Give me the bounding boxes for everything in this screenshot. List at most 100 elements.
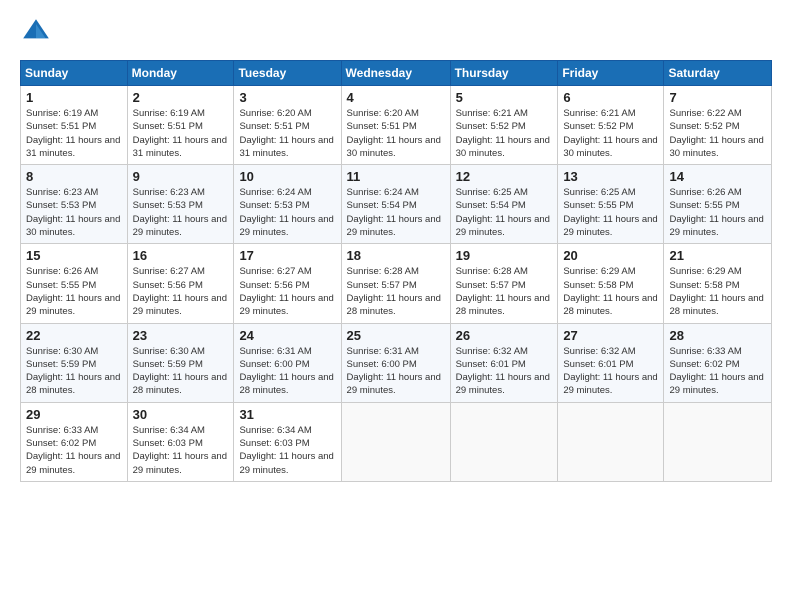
day-number: 14 (669, 169, 766, 184)
day-info: Sunrise: 6:33 AMSunset: 6:02 PMDaylight:… (669, 345, 766, 398)
calendar-cell: 17 Sunrise: 6:27 AMSunset: 5:56 PMDaylig… (234, 244, 341, 323)
week-row-2: 15 Sunrise: 6:26 AMSunset: 5:55 PMDaylig… (21, 244, 772, 323)
day-number: 18 (347, 248, 445, 263)
day-number: 11 (347, 169, 445, 184)
calendar-cell: 4 Sunrise: 6:20 AMSunset: 5:51 PMDayligh… (341, 86, 450, 165)
calendar-body: 1 Sunrise: 6:19 AMSunset: 5:51 PMDayligh… (21, 86, 772, 482)
day-info: Sunrise: 6:31 AMSunset: 6:00 PMDaylight:… (347, 345, 445, 398)
calendar-cell: 18 Sunrise: 6:28 AMSunset: 5:57 PMDaylig… (341, 244, 450, 323)
day-number: 13 (563, 169, 658, 184)
calendar-cell: 22 Sunrise: 6:30 AMSunset: 5:59 PMDaylig… (21, 323, 128, 402)
page: SundayMondayTuesdayWednesdayThursdayFrid… (0, 0, 792, 492)
day-number: 30 (133, 407, 229, 422)
day-number: 2 (133, 90, 229, 105)
day-number: 16 (133, 248, 229, 263)
day-info: Sunrise: 6:19 AMSunset: 5:51 PMDaylight:… (26, 107, 122, 160)
day-number: 6 (563, 90, 658, 105)
day-number: 19 (456, 248, 553, 263)
calendar-cell: 31 Sunrise: 6:34 AMSunset: 6:03 PMDaylig… (234, 402, 341, 481)
day-number: 23 (133, 328, 229, 343)
calendar-cell: 8 Sunrise: 6:23 AMSunset: 5:53 PMDayligh… (21, 165, 128, 244)
calendar-cell: 25 Sunrise: 6:31 AMSunset: 6:00 PMDaylig… (341, 323, 450, 402)
day-number: 5 (456, 90, 553, 105)
day-number: 20 (563, 248, 658, 263)
day-info: Sunrise: 6:26 AMSunset: 5:55 PMDaylight:… (669, 186, 766, 239)
day-info: Sunrise: 6:28 AMSunset: 5:57 PMDaylight:… (347, 265, 445, 318)
day-number: 1 (26, 90, 122, 105)
day-info: Sunrise: 6:27 AMSunset: 5:56 PMDaylight:… (133, 265, 229, 318)
day-number: 21 (669, 248, 766, 263)
week-row-4: 29 Sunrise: 6:33 AMSunset: 6:02 PMDaylig… (21, 402, 772, 481)
calendar-cell: 24 Sunrise: 6:31 AMSunset: 6:00 PMDaylig… (234, 323, 341, 402)
calendar-cell: 15 Sunrise: 6:26 AMSunset: 5:55 PMDaylig… (21, 244, 128, 323)
calendar-cell (450, 402, 558, 481)
header-day-wednesday: Wednesday (341, 61, 450, 86)
calendar-cell: 27 Sunrise: 6:32 AMSunset: 6:01 PMDaylig… (558, 323, 664, 402)
day-info: Sunrise: 6:19 AMSunset: 5:51 PMDaylight:… (133, 107, 229, 160)
header-day-saturday: Saturday (664, 61, 772, 86)
day-number: 24 (239, 328, 335, 343)
calendar-cell (664, 402, 772, 481)
header-day-thursday: Thursday (450, 61, 558, 86)
calendar-cell: 19 Sunrise: 6:28 AMSunset: 5:57 PMDaylig… (450, 244, 558, 323)
calendar-cell: 26 Sunrise: 6:32 AMSunset: 6:01 PMDaylig… (450, 323, 558, 402)
day-info: Sunrise: 6:30 AMSunset: 5:59 PMDaylight:… (133, 345, 229, 398)
day-number: 10 (239, 169, 335, 184)
calendar-table: SundayMondayTuesdayWednesdayThursdayFrid… (20, 60, 772, 482)
day-info: Sunrise: 6:23 AMSunset: 5:53 PMDaylight:… (26, 186, 122, 239)
calendar-cell: 28 Sunrise: 6:33 AMSunset: 6:02 PMDaylig… (664, 323, 772, 402)
day-info: Sunrise: 6:29 AMSunset: 5:58 PMDaylight:… (563, 265, 658, 318)
day-number: 4 (347, 90, 445, 105)
day-number: 31 (239, 407, 335, 422)
calendar-header: SundayMondayTuesdayWednesdayThursdayFrid… (21, 61, 772, 86)
header-row: SundayMondayTuesdayWednesdayThursdayFrid… (21, 61, 772, 86)
calendar-cell: 7 Sunrise: 6:22 AMSunset: 5:52 PMDayligh… (664, 86, 772, 165)
day-number: 9 (133, 169, 229, 184)
day-number: 15 (26, 248, 122, 263)
calendar-cell: 1 Sunrise: 6:19 AMSunset: 5:51 PMDayligh… (21, 86, 128, 165)
calendar-cell: 29 Sunrise: 6:33 AMSunset: 6:02 PMDaylig… (21, 402, 128, 481)
day-number: 17 (239, 248, 335, 263)
logo (20, 16, 56, 48)
day-number: 8 (26, 169, 122, 184)
day-info: Sunrise: 6:24 AMSunset: 5:54 PMDaylight:… (347, 186, 445, 239)
calendar-cell: 10 Sunrise: 6:24 AMSunset: 5:53 PMDaylig… (234, 165, 341, 244)
day-info: Sunrise: 6:25 AMSunset: 5:54 PMDaylight:… (456, 186, 553, 239)
day-number: 26 (456, 328, 553, 343)
day-info: Sunrise: 6:34 AMSunset: 6:03 PMDaylight:… (133, 424, 229, 477)
day-info: Sunrise: 6:22 AMSunset: 5:52 PMDaylight:… (669, 107, 766, 160)
calendar-cell: 3 Sunrise: 6:20 AMSunset: 5:51 PMDayligh… (234, 86, 341, 165)
day-info: Sunrise: 6:26 AMSunset: 5:55 PMDaylight:… (26, 265, 122, 318)
day-info: Sunrise: 6:28 AMSunset: 5:57 PMDaylight:… (456, 265, 553, 318)
day-info: Sunrise: 6:21 AMSunset: 5:52 PMDaylight:… (456, 107, 553, 160)
day-info: Sunrise: 6:21 AMSunset: 5:52 PMDaylight:… (563, 107, 658, 160)
calendar-cell (558, 402, 664, 481)
day-number: 22 (26, 328, 122, 343)
calendar-cell: 5 Sunrise: 6:21 AMSunset: 5:52 PMDayligh… (450, 86, 558, 165)
week-row-0: 1 Sunrise: 6:19 AMSunset: 5:51 PMDayligh… (21, 86, 772, 165)
calendar-cell: 21 Sunrise: 6:29 AMSunset: 5:58 PMDaylig… (664, 244, 772, 323)
calendar-cell: 30 Sunrise: 6:34 AMSunset: 6:03 PMDaylig… (127, 402, 234, 481)
day-info: Sunrise: 6:32 AMSunset: 6:01 PMDaylight:… (563, 345, 658, 398)
calendar-cell: 9 Sunrise: 6:23 AMSunset: 5:53 PMDayligh… (127, 165, 234, 244)
day-number: 25 (347, 328, 445, 343)
day-info: Sunrise: 6:25 AMSunset: 5:55 PMDaylight:… (563, 186, 658, 239)
day-number: 12 (456, 169, 553, 184)
calendar-cell: 16 Sunrise: 6:27 AMSunset: 5:56 PMDaylig… (127, 244, 234, 323)
day-info: Sunrise: 6:33 AMSunset: 6:02 PMDaylight:… (26, 424, 122, 477)
calendar-cell: 12 Sunrise: 6:25 AMSunset: 5:54 PMDaylig… (450, 165, 558, 244)
day-info: Sunrise: 6:29 AMSunset: 5:58 PMDaylight:… (669, 265, 766, 318)
day-number: 29 (26, 407, 122, 422)
day-info: Sunrise: 6:31 AMSunset: 6:00 PMDaylight:… (239, 345, 335, 398)
calendar-cell: 11 Sunrise: 6:24 AMSunset: 5:54 PMDaylig… (341, 165, 450, 244)
calendar-cell: 13 Sunrise: 6:25 AMSunset: 5:55 PMDaylig… (558, 165, 664, 244)
header-day-sunday: Sunday (21, 61, 128, 86)
day-info: Sunrise: 6:24 AMSunset: 5:53 PMDaylight:… (239, 186, 335, 239)
day-info: Sunrise: 6:30 AMSunset: 5:59 PMDaylight:… (26, 345, 122, 398)
day-info: Sunrise: 6:34 AMSunset: 6:03 PMDaylight:… (239, 424, 335, 477)
calendar-cell: 6 Sunrise: 6:21 AMSunset: 5:52 PMDayligh… (558, 86, 664, 165)
week-row-1: 8 Sunrise: 6:23 AMSunset: 5:53 PMDayligh… (21, 165, 772, 244)
day-number: 28 (669, 328, 766, 343)
calendar-cell (341, 402, 450, 481)
day-info: Sunrise: 6:20 AMSunset: 5:51 PMDaylight:… (347, 107, 445, 160)
